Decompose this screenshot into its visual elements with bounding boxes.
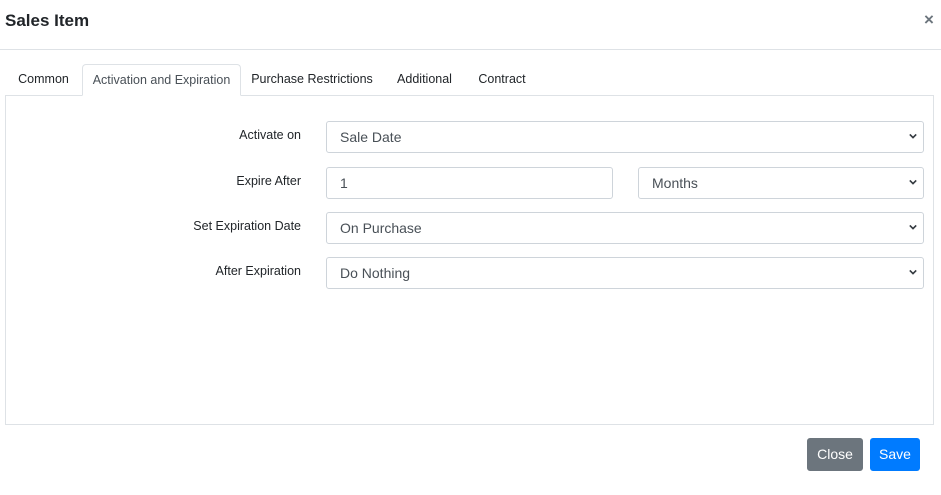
select-value: On Purchase <box>340 220 422 236</box>
select-value: Do Nothing <box>340 265 411 281</box>
tab-purchase-restrictions[interactable]: Purchase Restrictions <box>243 64 381 96</box>
tab-contract[interactable]: Contract <box>467 64 537 96</box>
save-button[interactable]: Save <box>870 438 920 471</box>
tab-label: Contract <box>478 72 526 86</box>
activate-on-select[interactable]: Sale Date <box>326 121 924 153</box>
select-value: Months <box>652 175 698 191</box>
tab-activation-and-expiration[interactable]: Activation and Expiration <box>82 64 241 96</box>
expire-after-label: Expire After <box>236 174 301 188</box>
set-expiration-date-label: Set Expiration Date <box>193 219 301 233</box>
chevron-down-icon <box>909 133 917 139</box>
set-expiration-date-select[interactable]: On Purchase <box>326 212 924 244</box>
chevron-down-icon <box>909 179 917 185</box>
chevron-down-icon <box>909 269 917 275</box>
input-value: 1 <box>340 175 348 191</box>
header-divider <box>0 49 941 50</box>
tab-label: Purchase Restrictions <box>251 72 373 86</box>
close-button[interactable]: Close <box>807 438 863 471</box>
after-expiration-label: After Expiration <box>215 264 301 278</box>
tab-additional[interactable]: Additional <box>385 64 464 96</box>
close-icon[interactable]: × <box>921 11 937 29</box>
tab-label: Additional <box>397 72 452 86</box>
activate-on-label: Activate on <box>239 128 301 142</box>
chevron-down-icon <box>909 224 917 230</box>
tab-label: Common <box>18 72 69 86</box>
tab-common[interactable]: Common <box>6 64 81 96</box>
after-expiration-select[interactable]: Do Nothing <box>326 257 924 289</box>
tab-label: Activation and Expiration <box>92 73 231 87</box>
select-value: Sale Date <box>340 129 402 145</box>
expire-after-unit-select[interactable]: Months <box>638 167 924 199</box>
modal-title: Sales Item <box>5 11 90 30</box>
expire-after-amount-input[interactable]: 1 <box>326 167 613 199</box>
